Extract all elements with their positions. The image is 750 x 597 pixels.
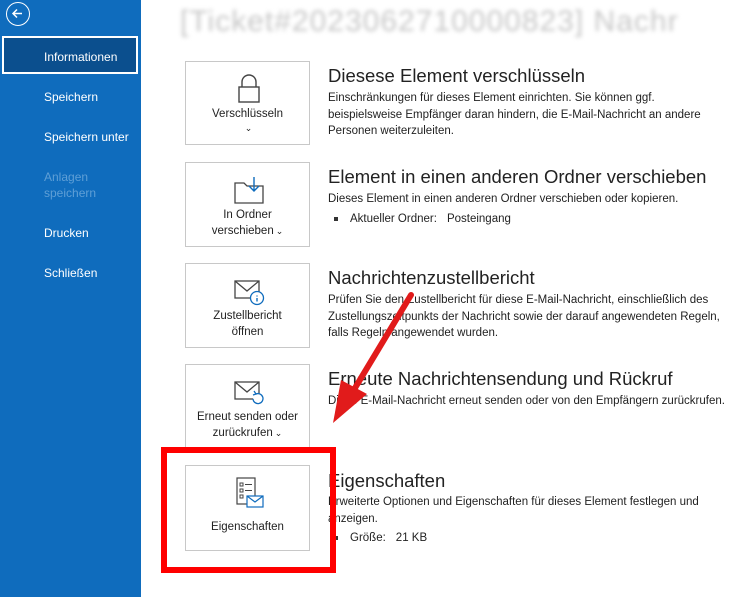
nav-item-label: Informationen bbox=[44, 50, 118, 64]
properties-section-description: Erweiterte Optionen und Eigenschaften fü… bbox=[328, 496, 699, 525]
resend-icon bbox=[234, 381, 264, 405]
annotation-highlight-box bbox=[161, 447, 336, 573]
back-button[interactable] bbox=[6, 2, 30, 26]
nav-item-anlagen-speichern: Anlagen speichern bbox=[44, 170, 97, 200]
move-label-line2: verschieben ⌄ bbox=[211, 225, 284, 237]
page-title: [Ticket#2023062710000823] Nachr bbox=[180, 5, 679, 38]
chevron-down-icon: ⌄ bbox=[244, 123, 253, 133]
resend-section-description: Diese E-Mail-Nachricht erneut senden ode… bbox=[328, 395, 725, 407]
encrypt-section-title: Diesese Element verschlüsseln bbox=[328, 65, 586, 86]
backstage-sidebar: Informationen Speichern Speichern unter … bbox=[0, 0, 141, 597]
move-label-line1: In Ordner bbox=[223, 209, 272, 221]
nav-item-speichern-unter[interactable]: Speichern unter bbox=[44, 129, 129, 145]
size-info: Größe: 21 KB bbox=[334, 530, 427, 546]
delivery-section-description: Prüfen Sie den Zustellbericht für diese … bbox=[328, 294, 720, 339]
nav-item-speichern[interactable]: Speichern bbox=[44, 89, 98, 105]
encrypt-section-description: Einschränkungen für dieses Element einri… bbox=[328, 92, 701, 137]
chevron-down-icon: ⌄ bbox=[274, 428, 283, 438]
resend-recall-button[interactable]: Erneut senden oder zurückrufen ⌄ bbox=[185, 364, 310, 448]
properties-section-title: Eigenschaften bbox=[328, 470, 446, 491]
resend-label-line1: Erneut senden oder bbox=[196, 411, 299, 423]
delivery-label-line1: Zustellbericht bbox=[213, 310, 282, 322]
move-folder-icon bbox=[234, 177, 264, 204]
delivery-label-line2: öffnen bbox=[231, 326, 264, 338]
nav-item-drucken[interactable]: Drucken bbox=[44, 225, 89, 241]
nav-item-schliessen[interactable]: Schließen bbox=[44, 265, 97, 281]
chevron-down-icon: ⌄ bbox=[275, 226, 284, 236]
lock-icon bbox=[238, 74, 260, 103]
encrypt-button[interactable]: Verschlüsseln ⌄ bbox=[185, 61, 310, 145]
current-folder-info: Aktueller Ordner: Posteingang bbox=[334, 211, 511, 227]
move-section-title: Element in einen anderen Ordner verschie… bbox=[328, 166, 707, 187]
resend-label-line2: zurückrufen ⌄ bbox=[212, 427, 283, 439]
bullet-icon bbox=[334, 216, 338, 221]
move-section-description: Dieses Element in einen anderen Ordner v… bbox=[328, 193, 679, 205]
move-to-folder-button[interactable]: In Ordner verschieben ⌄ bbox=[185, 162, 310, 247]
resend-section-title: Erneute Nachrichtensendung und Rückruf bbox=[328, 368, 673, 389]
delivery-section-title: Nachrichtenzustellbericht bbox=[328, 267, 535, 288]
delivery-report-button[interactable]: Zustellbericht öffnen bbox=[185, 263, 310, 348]
back-arrow-icon bbox=[11, 8, 22, 19]
delivery-report-icon bbox=[234, 280, 265, 306]
nav-item-informationen[interactable]: Informationen bbox=[2, 36, 138, 74]
